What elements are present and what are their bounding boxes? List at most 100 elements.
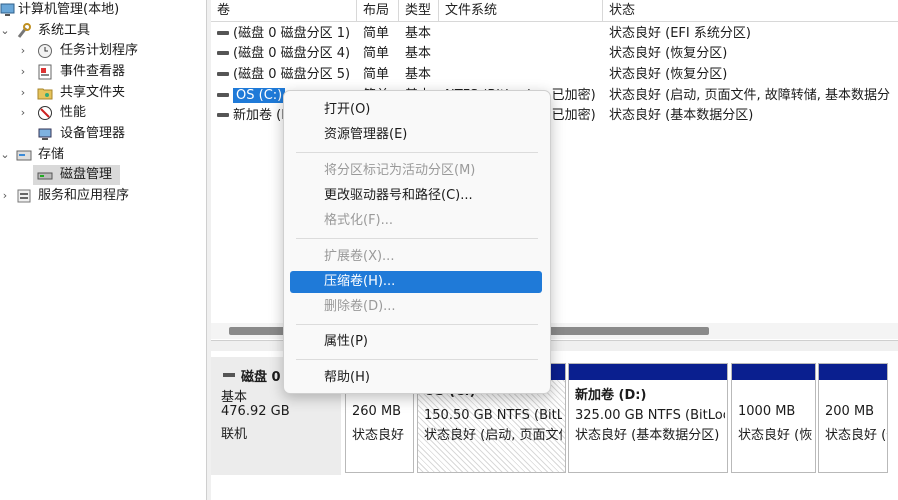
- volume-name: (磁盘 0 磁盘分区 4): [233, 46, 351, 61]
- tree-item-label: 计算机管理(本地): [18, 2, 120, 17]
- device-manager-icon: [37, 126, 53, 142]
- menu-item-format: 格式化(F)...: [324, 213, 394, 228]
- chevron-down-icon[interactable]: ⌄: [0, 145, 10, 165]
- tree-item-label: 共享文件夹: [60, 85, 126, 100]
- tree-item-device-manager[interactable]: 设备管理器: [0, 124, 206, 144]
- volume-name-selected: OS (C:): [233, 88, 286, 103]
- volume-layout: 简单: [363, 67, 390, 82]
- chevron-down-icon[interactable]: ⌄: [0, 21, 10, 41]
- volume-status: 状态良好 (恢复分区): [609, 67, 728, 82]
- menu-separator: [296, 324, 538, 325]
- partition-bar: [569, 364, 727, 380]
- volume-type: 基本: [405, 67, 432, 82]
- volume-icon: [217, 51, 229, 55]
- partition-d[interactable]: 新加卷 (D:) 325.00 GB NTFS (BitLocker 已加密) …: [568, 363, 728, 473]
- column-header-status[interactable]: 状态: [603, 0, 898, 22]
- volume-name: (磁盘 0 磁盘分区 1): [233, 26, 351, 41]
- partition-size: 150.50 GB NTFS (BitLocker 已加密): [424, 408, 562, 423]
- volume-icon: [217, 93, 229, 97]
- tree-item-performance[interactable]: › 性能: [0, 103, 206, 123]
- menu-item-extend-volume: 扩展卷(X)...: [324, 249, 395, 264]
- menu-separator: [296, 152, 538, 153]
- table-row[interactable]: (磁盘 0 磁盘分区 4) 简单 基本 状态良好 (恢复分区): [211, 43, 898, 64]
- tree-item-system-tools[interactable]: ⌄ 系统工具: [0, 21, 206, 41]
- partition-status: 状态良好 (恢: [825, 428, 887, 443]
- partition-name: 新加卷 (D:): [575, 388, 647, 403]
- partition-bar: [819, 364, 887, 380]
- system-tools-icon: [16, 23, 32, 39]
- partition-size: 260 MB: [352, 404, 402, 419]
- volume-layout: 简单: [363, 46, 390, 61]
- tree-item-label: 存储: [38, 147, 65, 162]
- volume-status: 状态良好 (EFI 系统分区): [609, 26, 751, 41]
- disk-management-icon: [37, 167, 53, 183]
- volume-name: (磁盘 0 磁盘分区 5): [233, 67, 351, 82]
- chevron-right-icon[interactable]: ›: [18, 83, 28, 103]
- event-viewer-icon: [37, 64, 53, 80]
- volume-icon: [217, 31, 229, 35]
- chevron-right-icon[interactable]: ›: [18, 103, 28, 123]
- context-menu: 打开(O) 资源管理器(E) 将分区标记为活动分区(M) 更改驱动器号和路径(C…: [283, 90, 551, 394]
- tree-item-label: 性能: [60, 105, 87, 120]
- volume-status: 状态良好 (恢复分区): [609, 46, 728, 61]
- column-header-filesystem[interactable]: 文件系统: [439, 0, 603, 22]
- partition-size: 1000 MB: [738, 404, 796, 419]
- table-row[interactable]: (磁盘 0 磁盘分区 1) 简单 基本 状态良好 (EFI 系统分区): [211, 23, 898, 44]
- task-scheduler-icon: [37, 43, 53, 59]
- tree-item-label: 任务计划程序: [60, 43, 139, 58]
- table-row[interactable]: (磁盘 0 磁盘分区 5) 简单 基本 状态良好 (恢复分区): [211, 64, 898, 85]
- volume-status: 状态良好 (启动, 页面文件, 故障转储, 基本数据分: [609, 88, 890, 103]
- column-header-type[interactable]: 类型: [399, 0, 439, 22]
- column-header-layout[interactable]: 布局: [357, 0, 399, 22]
- tree-item-label: 服务和应用程序: [38, 188, 130, 203]
- computer-management-icon: [0, 2, 16, 18]
- services-apps-icon: [16, 188, 32, 204]
- tree-item-services-apps[interactable]: › 服务和应用程序: [0, 186, 206, 206]
- volume-layout: 简单: [363, 26, 390, 41]
- tree-item-computer-management[interactable]: 计算机管理(本地): [0, 0, 206, 20]
- chevron-right-icon[interactable]: ›: [0, 186, 10, 206]
- tree-item-event-viewer[interactable]: › 事件查看器: [0, 62, 206, 82]
- partition-recovery-1[interactable]: 1000 MB 状态良好 (恢: [731, 363, 816, 473]
- menu-separator: [296, 238, 538, 239]
- performance-icon: [37, 105, 53, 121]
- menu-item-explorer[interactable]: 资源管理器(E): [290, 124, 542, 146]
- menu-item-change-drive-letter[interactable]: 更改驱动器号和路径(C)...: [290, 185, 542, 207]
- partition-status: 状态良好: [352, 428, 405, 443]
- menu-separator: [296, 359, 538, 360]
- shared-folders-icon: [37, 85, 53, 101]
- menu-item-properties[interactable]: 属性(P): [290, 331, 542, 353]
- chevron-right-icon[interactable]: ›: [18, 41, 28, 61]
- disk-type: 基本: [221, 390, 248, 405]
- menu-item-shrink-volume[interactable]: 压缩卷(H)...: [290, 271, 542, 293]
- volume-icon: [217, 113, 229, 117]
- partition-status: 状态良好 (基本数据分区): [575, 428, 720, 443]
- partition-recovery-2[interactable]: 200 MB 状态良好 (恢: [818, 363, 888, 473]
- tree-item-shared-folders[interactable]: › 共享文件夹: [0, 83, 206, 103]
- partition-size: 200 MB: [825, 404, 875, 419]
- volume-type: 基本: [405, 46, 432, 61]
- disk-size: 476.92 GB: [221, 404, 290, 419]
- tree-item-storage[interactable]: ⌄ 存储: [0, 145, 206, 165]
- menu-item-delete-volume: 删除卷(D)...: [324, 299, 396, 314]
- tree-item-label: 磁盘管理: [60, 167, 113, 182]
- menu-item-help[interactable]: 帮助(H): [290, 367, 542, 389]
- volume-type: 基本: [405, 26, 432, 41]
- partition-size: 325.00 GB NTFS (BitLocker 已加密): [575, 408, 725, 423]
- tree-item-disk-management[interactable]: 磁盘管理: [33, 165, 120, 185]
- tree-item-label: 事件查看器: [60, 64, 126, 79]
- disk-status: 联机: [221, 427, 248, 442]
- column-header-volume[interactable]: 卷: [211, 0, 357, 22]
- menu-item-open[interactable]: 打开(O): [290, 99, 542, 121]
- navigation-tree: 计算机管理(本地) ⌄ 系统工具 › 任务计划程序 › 事件查看器 › 共享文件…: [0, 0, 206, 500]
- storage-icon: [16, 147, 32, 163]
- menu-item-mark-active: 将分区标记为活动分区(M): [324, 163, 476, 178]
- tree-item-task-scheduler[interactable]: › 任务计划程序: [0, 41, 206, 61]
- chevron-right-icon[interactable]: ›: [18, 62, 28, 82]
- tree-item-label: 系统工具: [38, 23, 91, 38]
- partition-status: 状态良好 (启动, 页面文件: [424, 428, 562, 443]
- partition-bar: [732, 364, 815, 380]
- volume-status: 状态良好 (基本数据分区): [609, 108, 754, 123]
- tree-item-label: 设备管理器: [60, 126, 126, 141]
- volume-icon: [217, 72, 229, 76]
